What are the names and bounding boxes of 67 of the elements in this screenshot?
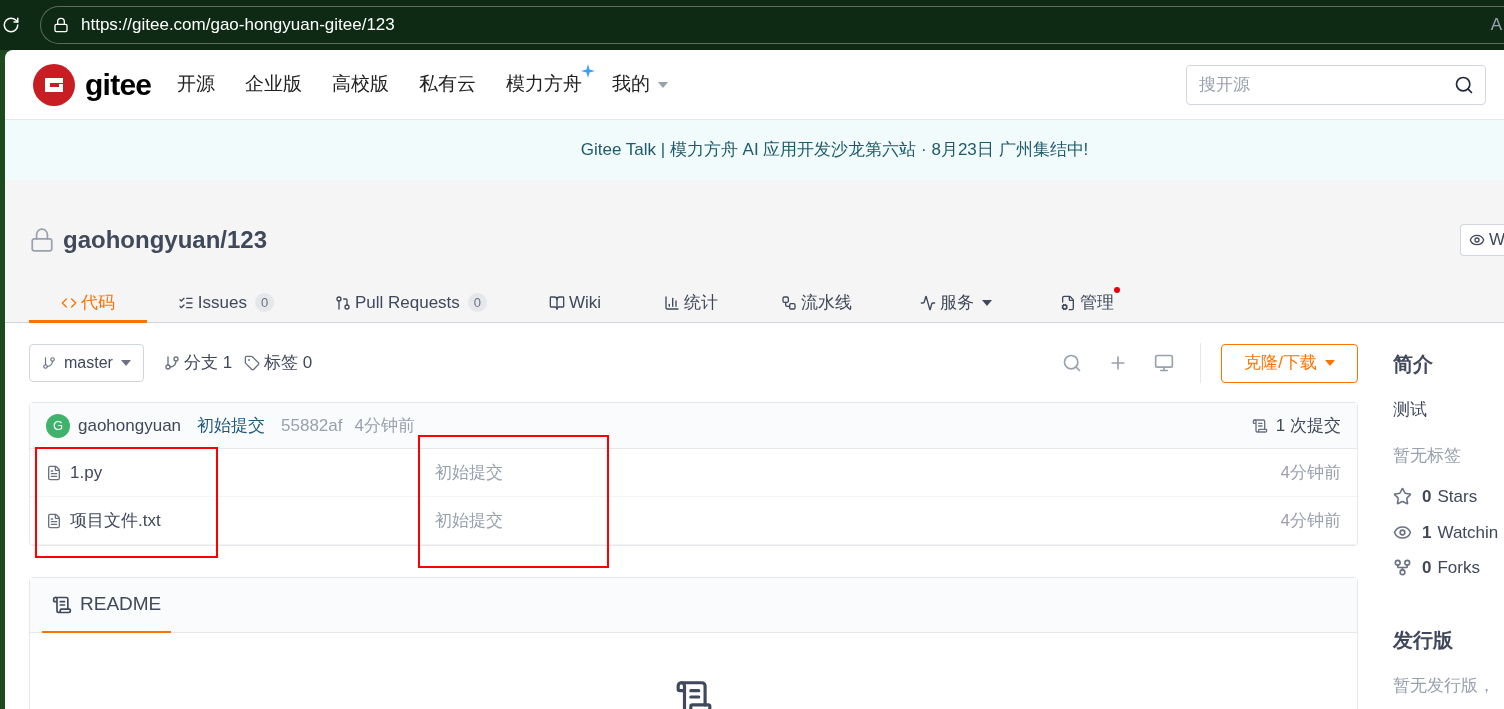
- branches-link[interactable]: 分支 1: [163, 350, 233, 376]
- caret-icon: [658, 81, 669, 88]
- sparkle-icon: [581, 64, 596, 79]
- file-time: 4分钟前: [1280, 461, 1341, 484]
- stat-link[interactable]: 1 Watchin: [1393, 519, 1504, 545]
- url-text: https://gitee.com/gao-hongyuan-gitee/123: [81, 14, 395, 37]
- announcement-text[interactable]: Gitee Talk | 模力方舟 AI 应用开发沙龙第六站 · 8月23日 广州集结中!: [580, 137, 1089, 163]
- tag-icon: [244, 355, 261, 371]
- stat-link[interactable]: 0 Forks: [1393, 555, 1504, 581]
- caret-icon: [120, 360, 131, 366]
- repo-title[interactable]: gaohongyuan/123: [63, 222, 268, 258]
- nav-link[interactable]: 企业版: [245, 70, 303, 99]
- tab-icon: [548, 294, 565, 311]
- branch-select[interactable]: master: [29, 344, 144, 382]
- repo-tab[interactable]: Pull Requests 0: [305, 285, 517, 323]
- repo-tab[interactable]: 管理: [1027, 285, 1147, 323]
- file-icon: [46, 464, 62, 481]
- section-title: 简介: [1393, 352, 1434, 377]
- count-badge: 0: [254, 292, 275, 313]
- nav-link[interactable]: 模力方舟: [506, 70, 583, 99]
- search-field[interactable]: 搜开源: [1186, 64, 1486, 105]
- tab-icon: [919, 294, 936, 311]
- repo-tab[interactable]: Wiki: [517, 285, 633, 323]
- tab-icon: [664, 294, 680, 311]
- file-icon: [46, 512, 62, 529]
- toolbar-text[interactable]: A: [1490, 12, 1502, 38]
- branch-icon: [42, 356, 56, 370]
- stat-link[interactable]: 0 Stars: [1393, 484, 1504, 510]
- releases-empty-text: 暂无发行版，: [1393, 674, 1496, 697]
- tags-empty-text: 暂无标签: [1393, 444, 1462, 467]
- branch-icon: [163, 355, 180, 371]
- stat-icon: [1393, 558, 1412, 578]
- tags-link[interactable]: 标签 0: [244, 350, 313, 376]
- logo-text[interactable]: gitee: [85, 62, 152, 107]
- repo-tab[interactable]: 统计: [633, 285, 749, 323]
- repo-tab[interactable]: 服务: [884, 285, 1027, 323]
- lock-icon: [53, 17, 69, 33]
- reload-icon[interactable]: [2, 16, 20, 34]
- caret-icon: [1324, 360, 1335, 366]
- repo-description: 测试: [1393, 399, 1428, 421]
- stat-icon: [1393, 487, 1412, 507]
- nav-link[interactable]: 我的: [612, 70, 651, 99]
- monitor-icon[interactable]: [1154, 353, 1174, 373]
- section-title: 发行版: [1393, 627, 1454, 653]
- commit-author[interactable]: gaohongyuan: [78, 412, 182, 439]
- file-name[interactable]: 项目文件.txt: [70, 507, 410, 534]
- caret-icon: [981, 299, 992, 306]
- file-name[interactable]: 1.py: [70, 459, 410, 486]
- readme-icon: [52, 594, 72, 615]
- tab-icon: [781, 294, 797, 311]
- nav-link[interactable]: 开源: [177, 70, 216, 99]
- tab-icon: [334, 294, 351, 311]
- nav-link[interactable]: 私有云: [419, 70, 477, 99]
- commit-message[interactable]: 初始提交: [197, 412, 266, 439]
- nav-link[interactable]: 高校版: [332, 70, 390, 99]
- search-icon[interactable]: [1454, 74, 1474, 95]
- tab-icon: [1060, 294, 1076, 311]
- repo-tab[interactable]: Issues 0: [147, 285, 305, 323]
- count-badge: 0: [467, 292, 488, 313]
- logo-icon[interactable]: [33, 63, 75, 106]
- file-time: 4分钟前: [1280, 509, 1341, 532]
- repo-tab[interactable]: 流水线: [749, 285, 884, 323]
- readme-tab[interactable]: README: [42, 578, 172, 633]
- commits-icon: [1251, 416, 1268, 435]
- eye-icon: [1469, 232, 1485, 248]
- commit-count[interactable]: 1 次提交: [1251, 412, 1341, 439]
- commit-time: 4分钟前: [354, 414, 415, 437]
